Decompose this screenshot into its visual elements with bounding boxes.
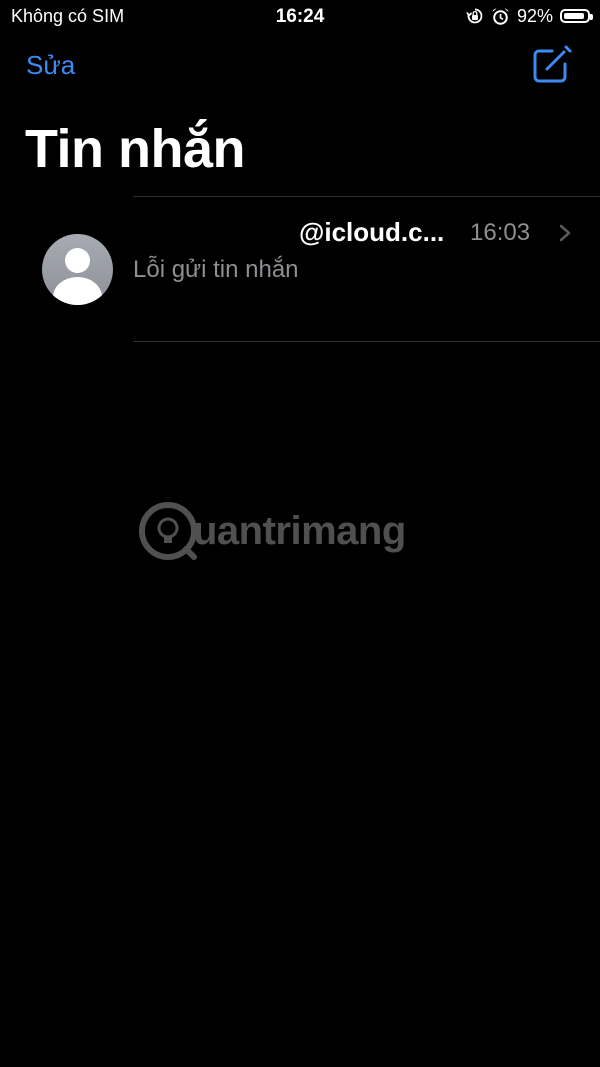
watermark-logo: uantrimang xyxy=(137,498,406,564)
conversation-preview: Lỗi gửi tin nhắn xyxy=(133,256,299,283)
orientation-lock-icon xyxy=(466,8,483,24)
status-right-group: 92% xyxy=(466,5,593,27)
battery-fill xyxy=(564,13,585,19)
conversation-sender: @icloud.c... xyxy=(299,217,445,247)
compose-icon[interactable] xyxy=(530,44,572,86)
chevron-right-icon xyxy=(559,224,571,242)
status-bar: Không có SIM 16:24 92% xyxy=(0,0,600,34)
battery-cap xyxy=(590,14,593,20)
battery-percent: 92% xyxy=(516,5,553,26)
lightbulb-logo-icon xyxy=(139,502,197,560)
watermark-text: uantrimang xyxy=(193,508,406,553)
battery-icon xyxy=(560,9,593,23)
alarm-icon xyxy=(492,7,509,25)
conversation-time: 16:03 xyxy=(470,219,531,246)
avatar-body xyxy=(53,277,102,305)
page-title: Tin nhắn xyxy=(25,119,246,179)
edit-button[interactable]: Sửa xyxy=(26,50,75,81)
avatar-head xyxy=(65,248,90,273)
divider-bottom xyxy=(133,341,600,342)
contact-avatar-icon xyxy=(42,234,113,305)
conversation-row[interactable]: @icloud.c... 16:03 Lỗi gửi tin nhắn xyxy=(0,197,600,341)
